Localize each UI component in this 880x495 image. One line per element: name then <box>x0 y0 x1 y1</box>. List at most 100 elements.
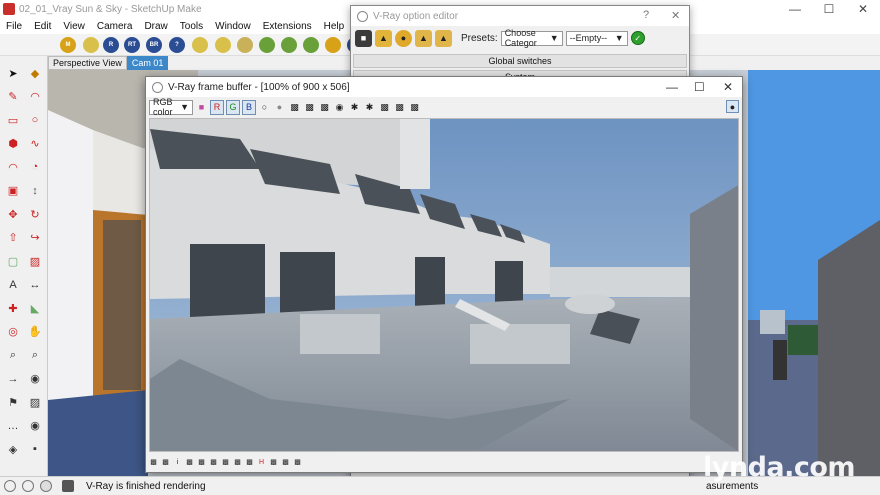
load-preset-icon[interactable]: ▲ <box>415 29 432 47</box>
render-last-icon[interactable]: ● <box>726 100 739 113</box>
menu-file[interactable]: File <box>0 21 28 32</box>
lens-effects-icon[interactable]: ▩ <box>161 458 170 467</box>
pixel-icon[interactable]: ▩ <box>293 458 302 467</box>
red-channel-button[interactable]: R <box>210 99 224 115</box>
maximize-button[interactable]: ☐ <box>812 0 846 18</box>
section-icon[interactable]: ▨ <box>27 394 43 410</box>
look-around-icon[interactable]: ◉ <box>27 371 43 387</box>
help-icon[interactable]: ? <box>643 9 649 21</box>
save-preset-icon[interactable]: ▲ <box>435 29 452 47</box>
ocio-icon[interactable]: ▩ <box>281 458 290 467</box>
clear-image-icon[interactable]: ▩ <box>318 101 331 114</box>
preset-select[interactable]: --Empty-- ▼ <box>565 30 628 46</box>
paint-icon[interactable]: ◆ <box>27 65 43 81</box>
tape-icon[interactable]: ↕ <box>27 183 43 199</box>
histogram-icon[interactable]: ▩ <box>233 458 242 467</box>
mono-circle-icon[interactable]: ● <box>273 101 286 114</box>
link-icon[interactable]: ▩ <box>378 101 391 114</box>
reset-icon[interactable]: ● <box>395 29 412 47</box>
menu-help[interactable]: Help <box>318 21 351 32</box>
omni-light-button[interactable] <box>215 37 231 53</box>
levels-icon[interactable]: ▩ <box>185 458 194 467</box>
menu-view[interactable]: View <box>57 21 91 32</box>
footprints-icon[interactable]: … <box>5 418 21 434</box>
render-button[interactable]: R <box>103 37 119 53</box>
zoom-icon[interactable]: ⌕ <box>5 347 21 363</box>
menu-window[interactable]: Window <box>209 21 257 32</box>
protractor-icon[interactable]: ◣ <box>27 300 43 316</box>
tab-cam-01[interactable]: Cam 01 <box>126 56 169 70</box>
exposure-icon[interactable]: ▩ <box>209 458 218 467</box>
lut-icon[interactable]: ▩ <box>221 458 230 467</box>
offset-icon[interactable]: ▢ <box>5 253 21 269</box>
line-icon[interactable]: ✎ <box>5 89 21 105</box>
dimension-icon[interactable]: ↔ <box>27 277 43 293</box>
section-global-switches[interactable]: Global switches <box>353 54 687 68</box>
instructor-icon[interactable] <box>62 480 74 492</box>
save-image-icon[interactable]: ▩ <box>288 101 301 114</box>
balance-icon[interactable]: ▩ <box>269 458 278 467</box>
pie-icon[interactable]: ◔ <box>27 159 43 175</box>
sphere-light-button[interactable] <box>259 37 275 53</box>
menu-extensions[interactable]: Extensions <box>257 21 318 32</box>
follow-me-icon[interactable]: ↪ <box>27 230 43 246</box>
target-button[interactable] <box>325 37 341 53</box>
frame-buffer-button[interactable] <box>192 37 208 53</box>
close-button[interactable]: ✕ <box>723 80 733 94</box>
history-icon[interactable]: ▩ <box>408 101 421 114</box>
minimize-button[interactable]: — <box>666 80 678 94</box>
axes-icon[interactable]: ✚ <box>5 300 21 316</box>
option-editor-button[interactable] <box>83 37 99 53</box>
eraser-icon[interactable]: ▣ <box>5 183 21 199</box>
arc-2pt-icon[interactable]: ◠ <box>5 159 21 175</box>
alpha-circle-icon[interactable]: ○ <box>258 101 271 114</box>
srgb-icon[interactable]: ▩ <box>245 458 254 467</box>
orbit-icon[interactable]: ◎ <box>5 324 21 340</box>
move-icon[interactable]: ✥ <box>5 206 21 222</box>
scale-icon[interactable]: ▨ <box>27 253 43 269</box>
polygon-icon[interactable]: ⬢ <box>5 136 21 152</box>
tab-perspective-view[interactable]: Perspective View <box>48 56 127 70</box>
material-editor-button[interactable]: M <box>60 37 76 53</box>
ies-light-button[interactable] <box>303 37 319 53</box>
show-history-icon[interactable]: ▩ <box>149 458 158 467</box>
spot-light-button[interactable] <box>281 37 297 53</box>
maximize-button[interactable]: ☐ <box>694 80 705 94</box>
menu-camera[interactable]: Camera <box>91 21 139 32</box>
freehand-icon[interactable]: ∿ <box>27 136 43 152</box>
region-render-icon[interactable]: ✱ <box>363 101 376 114</box>
pan-icon[interactable]: ✋ <box>27 324 43 340</box>
position-camera-icon[interactable]: ⚑ <box>5 394 21 410</box>
walk-icon[interactable]: → <box>5 371 21 387</box>
stop-icon[interactable]: ◉ <box>333 101 346 114</box>
open-folder-icon[interactable]: ▲ <box>375 29 392 47</box>
geo-location-icon[interactable] <box>4 480 16 492</box>
close-icon[interactable]: ✕ <box>671 9 680 22</box>
credits-icon[interactable] <box>22 480 34 492</box>
render-image[interactable] <box>149 118 739 452</box>
rotate-icon[interactable]: ↻ <box>27 206 43 222</box>
menu-draw[interactable]: Draw <box>138 21 173 32</box>
rt-render-button[interactable]: RT <box>124 37 140 53</box>
minimize-button[interactable]: — <box>778 0 812 18</box>
color-palette-icon[interactable]: ■ <box>195 101 208 114</box>
compare-icon[interactable]: ▩ <box>393 101 406 114</box>
arc-icon[interactable]: ◠ <box>27 89 43 105</box>
curve-icon[interactable]: ▩ <box>197 458 206 467</box>
apply-preset-button[interactable]: ✓ <box>630 31 645 45</box>
select-icon[interactable]: ➤ <box>5 65 21 81</box>
user-icon[interactable] <box>40 480 52 492</box>
circle-icon[interactable]: ○ <box>27 112 43 128</box>
track-mouse-icon[interactable]: ✱ <box>348 101 361 114</box>
push-pull-icon[interactable]: ⇧ <box>5 230 21 246</box>
save-all-icon[interactable]: ▩ <box>303 101 316 114</box>
close-button[interactable]: ✕ <box>846 0 880 18</box>
help-button[interactable]: ? <box>169 37 185 53</box>
protected-icon[interactable]: ◈ <box>5 441 21 457</box>
eye-icon[interactable]: ◉ <box>27 418 43 434</box>
green-channel-button[interactable]: G <box>226 99 240 115</box>
info-icon[interactable]: i <box>173 458 182 467</box>
channel-select[interactable]: RGB color ▼ <box>149 97 193 117</box>
category-select[interactable]: Choose Categor ▼ <box>500 28 563 48</box>
menu-edit[interactable]: Edit <box>28 21 57 32</box>
